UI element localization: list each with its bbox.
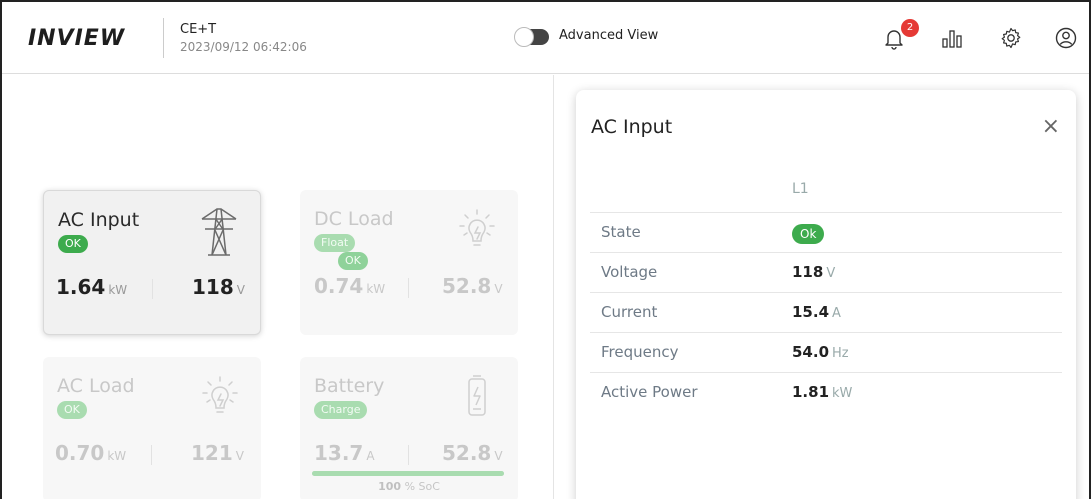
row-value: 15.4 A	[792, 303, 841, 321]
transmission-tower-icon	[201, 208, 237, 256]
power-value: 0.74 kW	[314, 274, 385, 298]
voltage-unit: V	[494, 449, 503, 463]
top-bar: INVIEW CE+T 2023/09/12 06:42:06 Advanced…	[2, 2, 1089, 74]
current-value: 13.7 A	[314, 441, 375, 465]
voltage-unit: V	[494, 282, 503, 296]
gear-icon[interactable]	[999, 26, 1023, 50]
value-divider	[408, 278, 409, 298]
status-badge: Float	[314, 234, 356, 252]
detail-row-active-power: Active Power 1.81 kW	[590, 372, 1062, 412]
value-unit: kW	[832, 386, 853, 401]
column-header-l1: L1	[792, 181, 809, 197]
card-title: DC Load	[314, 208, 394, 230]
power-number: 1.64	[56, 275, 106, 299]
value-divider	[152, 279, 153, 299]
status-badge: Charge	[314, 401, 368, 419]
value-divider	[151, 445, 152, 465]
app-window: INVIEW CE+T 2023/09/12 06:42:06 Advanced…	[0, 0, 1091, 499]
detail-row-frequency: Frequency 54.0 Hz	[590, 332, 1062, 372]
soc-progress-fill	[312, 471, 504, 476]
soc-progress-bar	[312, 471, 504, 476]
state-badge: Ok	[792, 224, 825, 244]
value-divider	[408, 445, 409, 465]
power-unit: kW	[366, 282, 386, 296]
row-label: Voltage	[601, 263, 658, 281]
overview-area: AC Input OK 1.64 kW 118 V DC Load Float OK	[2, 75, 553, 499]
current-unit: A	[366, 449, 375, 463]
battery-icon	[468, 375, 486, 416]
voltage-value: 121 V	[191, 441, 244, 465]
row-label: Frequency	[601, 343, 679, 361]
card-title: Battery	[314, 375, 385, 397]
row-value: 54.0 Hz	[792, 343, 849, 361]
site-name: CE+T	[180, 22, 217, 37]
lightbulb-icon	[459, 209, 495, 246]
value-number: 54.0	[792, 343, 830, 361]
panel-divider	[553, 75, 554, 499]
row-value: 1.81 kW	[792, 383, 852, 401]
app-logo[interactable]: INVIEW	[28, 26, 125, 51]
user-icon[interactable]	[1054, 26, 1078, 50]
card-title: AC Load	[57, 375, 135, 397]
lightbulb-icon	[202, 376, 238, 413]
status-badge-ok: OK	[338, 252, 368, 270]
panel-title: AC Input	[591, 116, 673, 138]
soc-unit: % SoC	[404, 480, 440, 493]
row-value: 118 V	[792, 263, 835, 281]
detail-row-voltage: Voltage 118 V	[590, 252, 1062, 292]
detail-row-current: Current 15.4 A	[590, 292, 1062, 332]
detail-row-state: State Ok	[590, 212, 1062, 252]
voltage-value: 52.8 V	[442, 441, 503, 465]
voltage-unit: V	[235, 449, 244, 463]
soc-value: 100	[378, 480, 402, 493]
row-label: Active Power	[601, 383, 698, 401]
toggle-knob	[514, 27, 534, 47]
value-unit: Hz	[832, 346, 849, 361]
value-unit: V	[826, 266, 836, 281]
power-number: 0.74	[314, 274, 364, 298]
bar-chart-icon[interactable]	[940, 26, 964, 50]
card-ac-input[interactable]: AC Input OK 1.64 kW 118 V	[43, 190, 261, 335]
power-value: 0.70 kW	[55, 441, 126, 465]
power-number: 0.70	[55, 441, 105, 465]
voltage-value: 118 V	[192, 275, 245, 299]
value-number: 15.4	[792, 303, 830, 321]
advanced-view-toggle[interactable]	[514, 27, 549, 47]
value-number: 1.81	[792, 383, 830, 401]
voltage-number: 121	[191, 441, 233, 465]
value-number: 118	[792, 263, 824, 281]
header-divider	[163, 18, 164, 58]
power-unit: kW	[108, 283, 128, 297]
close-icon[interactable]: ×	[1042, 114, 1060, 139]
card-battery[interactable]: Battery Charge 13.7 A 52.8 V 100 % SoC	[300, 357, 518, 499]
power-unit: kW	[107, 449, 127, 463]
advanced-view-label: Advanced View	[559, 28, 659, 43]
current-number: 13.7	[314, 441, 364, 465]
voltage-number: 52.8	[442, 274, 492, 298]
status-badge: OK	[57, 401, 87, 419]
detail-panel: AC Input × L1 State Ok Voltage 118 V Curr…	[576, 90, 1076, 499]
value-unit: A	[832, 306, 841, 321]
voltage-number: 118	[192, 275, 234, 299]
voltage-number: 52.8	[442, 441, 492, 465]
card-dc-load[interactable]: DC Load Float OK 0.74 kW 52.8 V	[300, 190, 518, 335]
row-label: Current	[601, 303, 658, 321]
soc-label: 100 % SoC	[300, 480, 518, 493]
card-title: AC Input	[58, 209, 140, 231]
notification-badge: 2	[901, 19, 919, 37]
voltage-unit: V	[236, 283, 245, 297]
site-timestamp: 2023/09/12 06:42:06	[180, 40, 307, 54]
card-ac-load[interactable]: AC Load OK 0.70 kW 121 V	[43, 357, 261, 499]
row-label: State	[601, 223, 641, 241]
voltage-value: 52.8 V	[442, 274, 503, 298]
status-badge: OK	[58, 235, 88, 253]
power-value: 1.64 kW	[56, 275, 127, 299]
